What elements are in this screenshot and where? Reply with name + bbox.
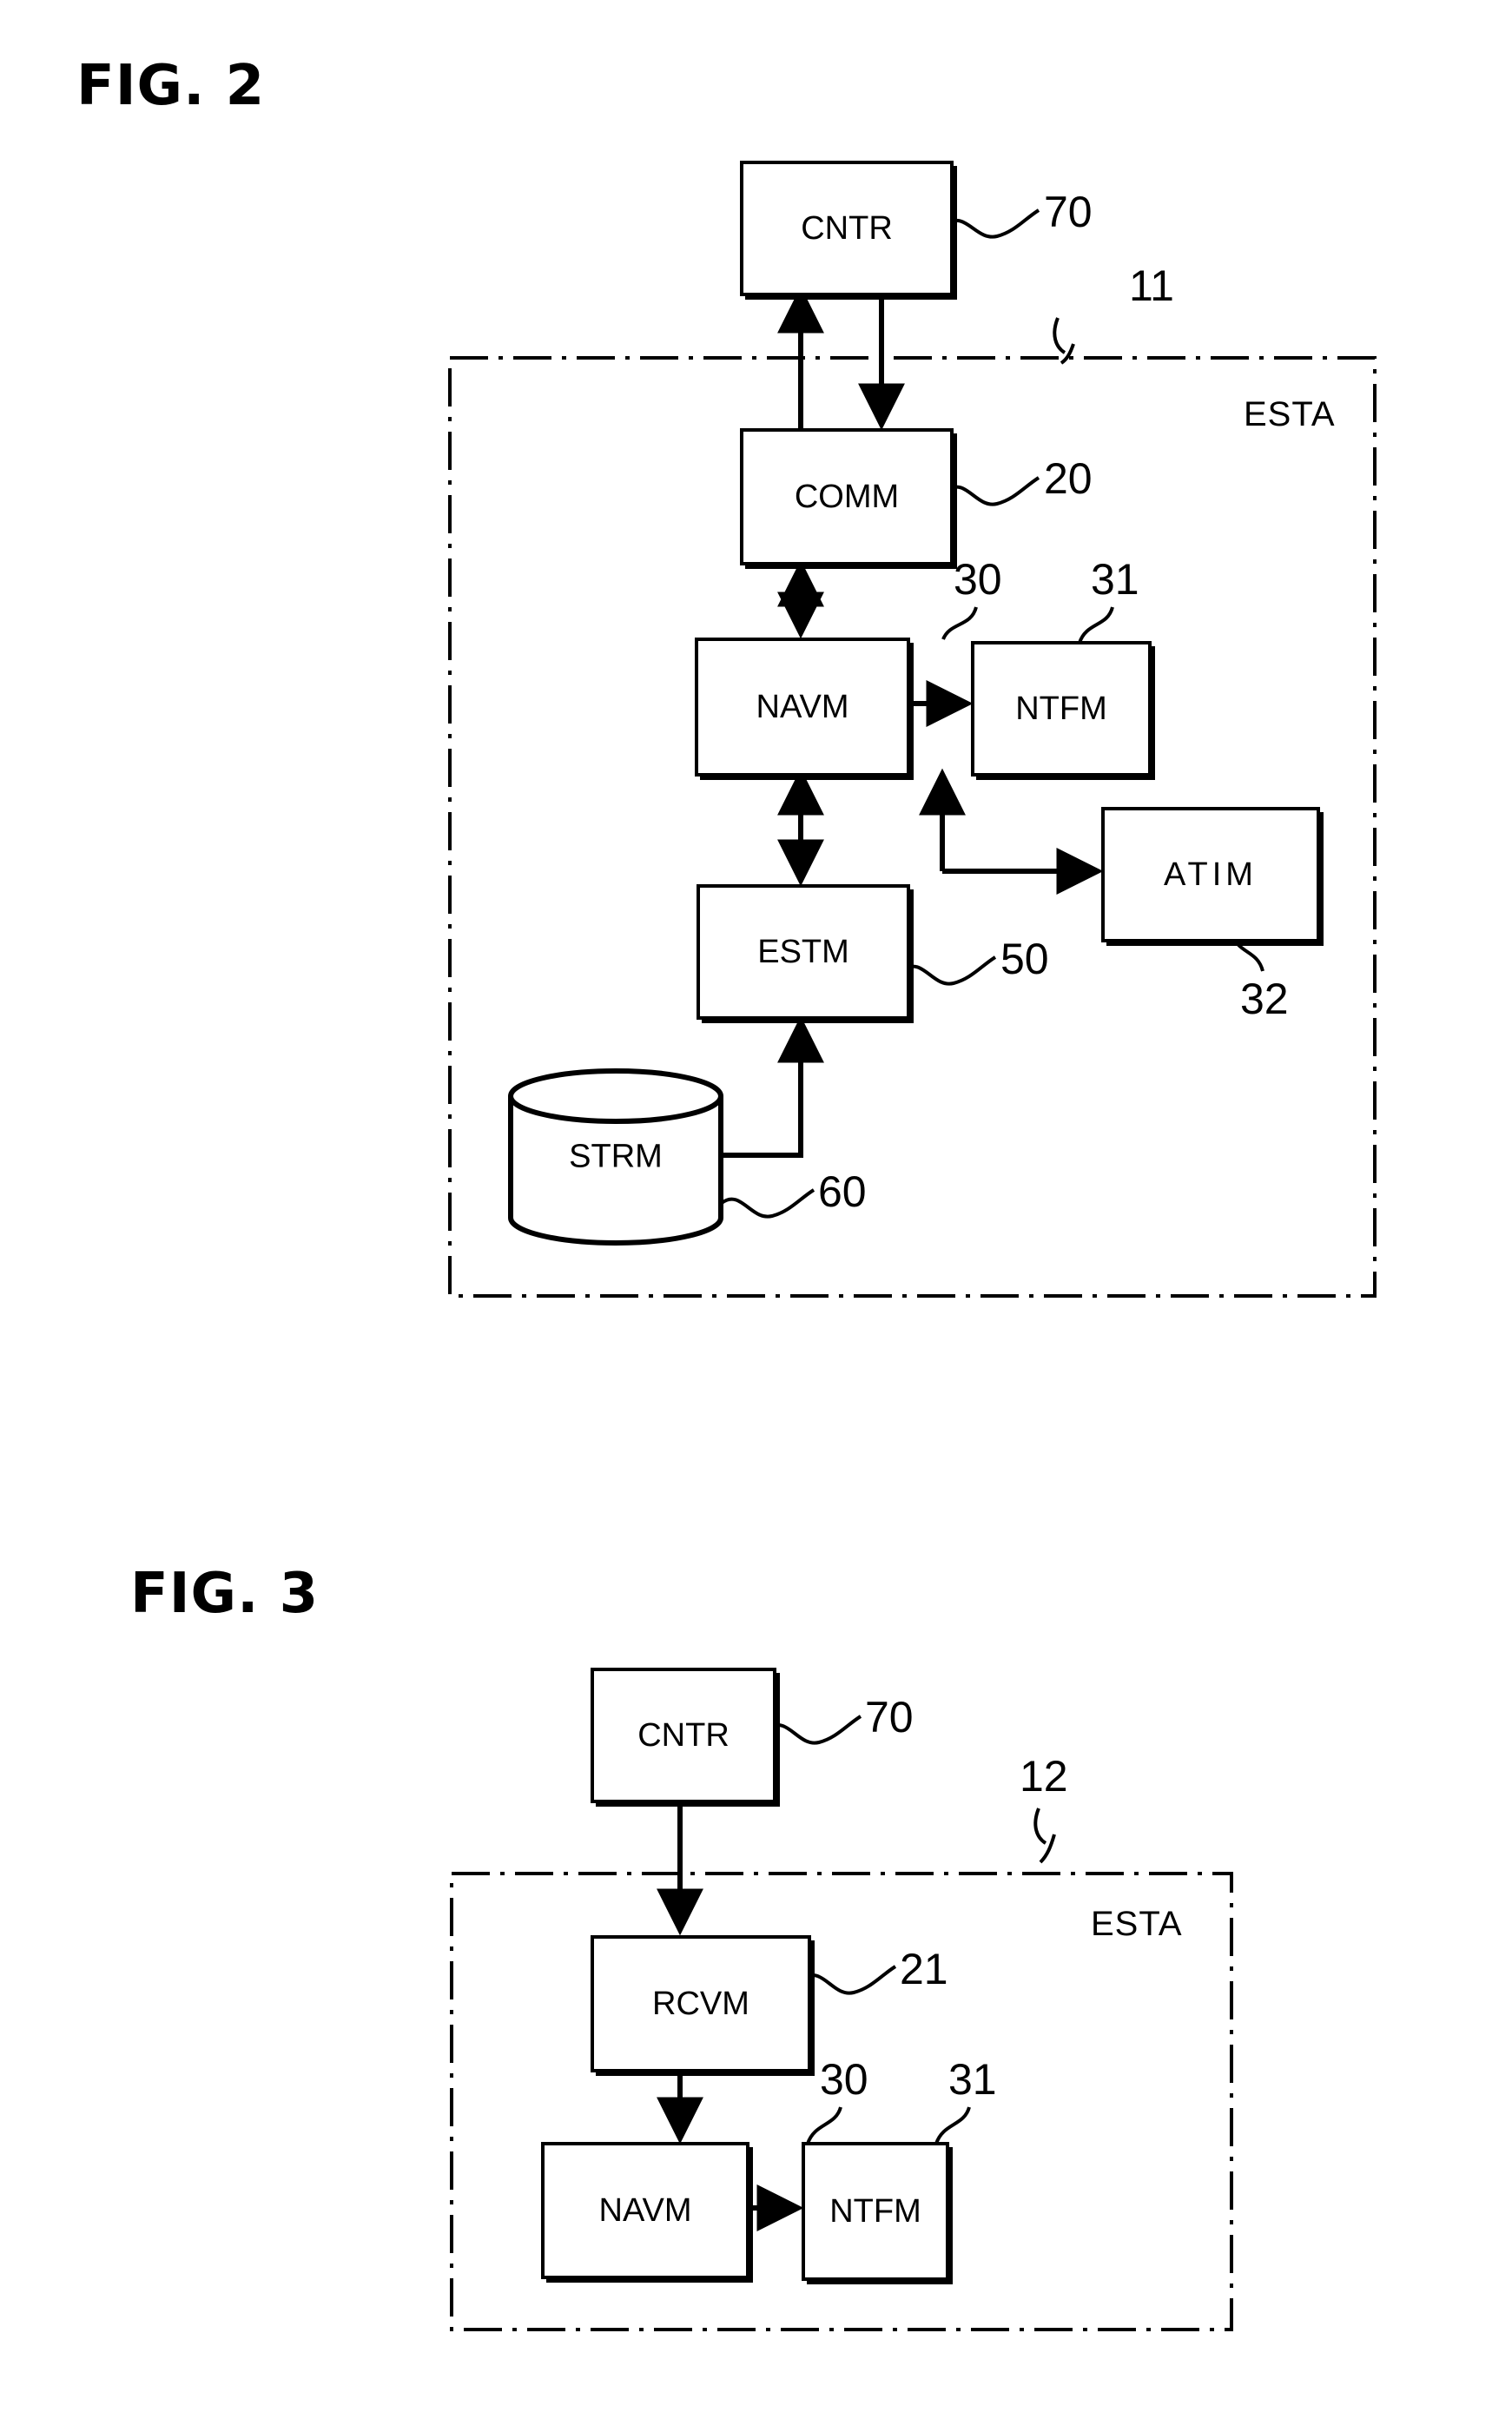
ref-label-20: 20 [1044,454,1093,503]
node-estm-label: ESTM [757,933,849,970]
node-ntfm-fig2-label: NTFM [1015,690,1107,727]
node-comm-label: COMM [794,478,900,515]
ref-label-31-fig3: 31 [948,2055,997,2104]
node-navm-fig3[interactable]: NAVM [541,2142,749,2279]
node-ntfm-fig3-label: NTFM [829,2192,921,2230]
esta-label-fig2: ESTA [1244,395,1336,433]
ref-label-11: 11 [1129,261,1174,310]
ref-label-12: 12 [1020,1752,1068,1801]
node-cntr-fig3-label: CNTR [637,1716,730,1754]
ref-label-21: 21 [900,1945,948,1993]
node-estm[interactable]: ESTM [697,884,910,1020]
ref-label-32: 32 [1240,975,1289,1023]
node-cntr-fig3[interactable]: CNTR [591,1668,776,1803]
node-rcvm[interactable]: RCVM [591,1935,811,2072]
node-strm-label: STRM [569,1138,663,1175]
node-navm-fig2[interactable]: NAVM [695,638,910,777]
ref-label-30-fig2: 30 [954,555,1002,604]
node-cntr-fig2-label: CNTR [801,209,893,247]
ref-label-60: 60 [818,1167,867,1216]
node-atim[interactable]: ATIM [1101,807,1320,942]
ref-label-70-fig3: 70 [865,1693,914,1742]
ref-label-70-fig2: 70 [1044,188,1093,236]
esta-label-fig3: ESTA [1091,1905,1183,1943]
figure-3-title: FIG. 3 [130,1562,320,1626]
node-rcvm-label: RCVM [652,1985,749,2022]
ref-label-50: 50 [1000,935,1049,983]
node-strm[interactable]: STRM [506,1067,725,1247]
node-ntfm-fig3[interactable]: NTFM [802,2142,949,2281]
node-navm-fig3-label: NAVM [598,2191,692,2229]
node-navm-fig2-label: NAVM [756,688,849,725]
node-cntr-fig2[interactable]: CNTR [740,161,954,296]
node-comm[interactable]: COMM [740,428,954,565]
ref-label-31-fig2: 31 [1091,555,1139,604]
node-ntfm-fig2[interactable]: NTFM [971,641,1152,777]
ref-label-30-fig3: 30 [820,2055,868,2104]
node-atim-label: ATIM [1164,856,1258,893]
